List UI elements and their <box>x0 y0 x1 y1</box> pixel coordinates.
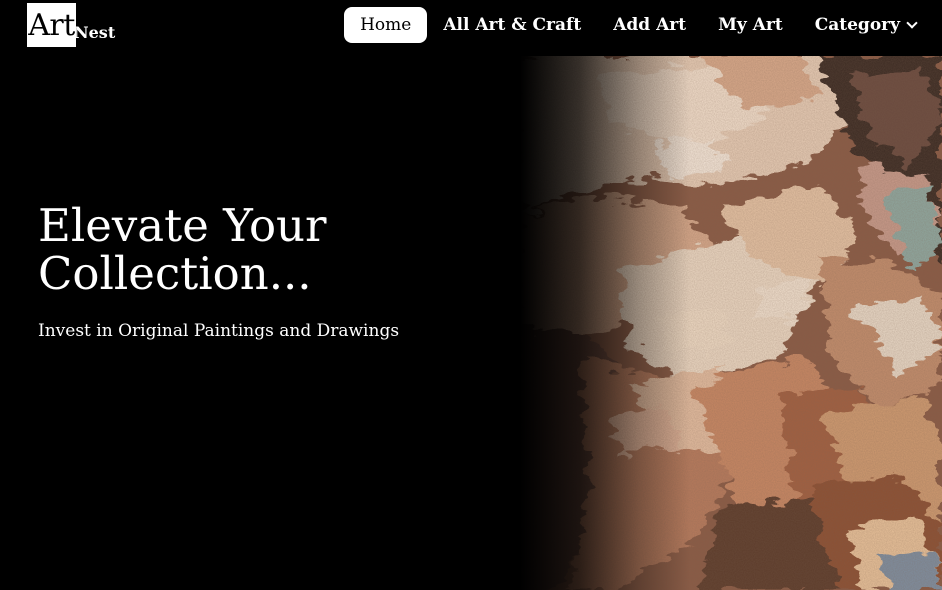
logo[interactable]: Art Nest <box>27 3 115 47</box>
hero-title-line1: Elevate Your <box>38 199 327 252</box>
hero-title: Elevate Your Collection... <box>38 202 458 298</box>
chevron-down-icon <box>906 16 918 29</box>
nav-my-art[interactable]: My Art <box>702 7 799 43</box>
navbar: Art Nest Home All Art & Craft Add Art My… <box>0 0 942 56</box>
hero-subtitle: Invest in Original Paintings and Drawing… <box>38 321 400 341</box>
main-nav: Home All Art & Craft Add Art My Art Cate… <box>344 7 932 43</box>
nav-home[interactable]: Home <box>344 7 428 43</box>
logo-subtext: Nest <box>74 23 116 42</box>
nav-add-art[interactable]: Add Art <box>597 7 702 43</box>
logo-mark: Art <box>27 3 76 47</box>
hero-banner: Elevate Your Collection... Invest in Ori… <box>0 56 942 590</box>
hero-painting-image <box>520 56 942 590</box>
nav-category-dropdown[interactable]: Category <box>799 7 932 43</box>
nav-all-art-craft[interactable]: All Art & Craft <box>427 7 597 43</box>
hero-title-line2: Collection... <box>38 247 312 300</box>
nav-category-label: Category <box>814 15 900 35</box>
